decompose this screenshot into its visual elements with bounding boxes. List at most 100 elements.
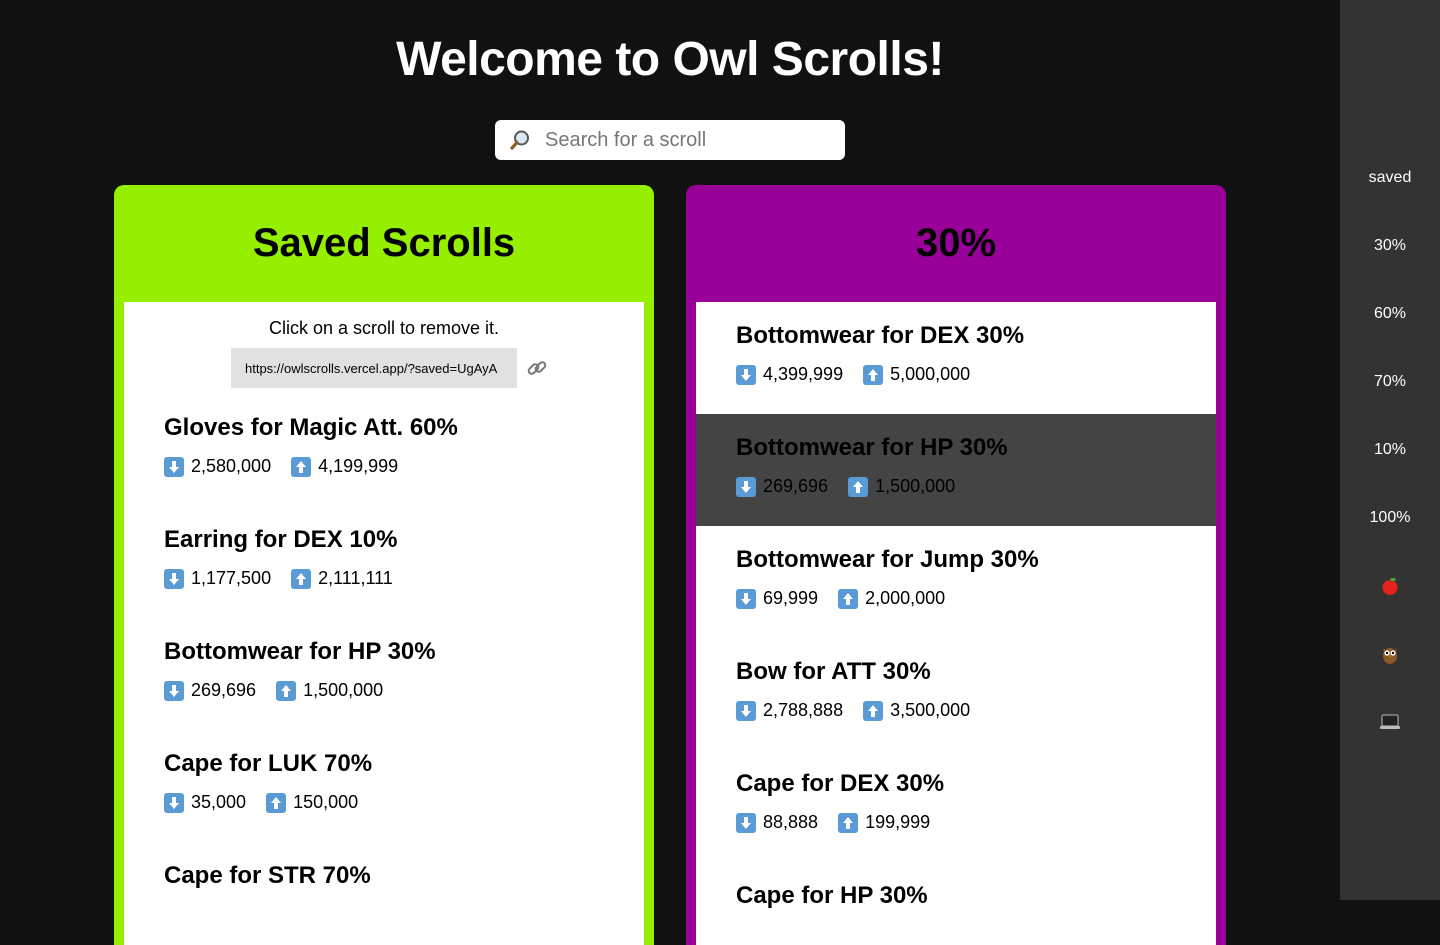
low-price-value: 2,580,000 [191,456,272,476]
scroll-name: Earring for DEX 10% [164,526,398,553]
saved-scroll-item[interactable]: Earring for DEX 10% 1,177,500 2,111,111 [124,506,644,618]
price-range: 69,999 2,000,000 [736,588,1176,609]
saved-scroll-list: Gloves for Magic Att. 60% 2,580,000 4,19… [124,394,644,945]
high-price: 150,000 [266,792,358,813]
high-price-value: 5,000,000 [890,364,971,384]
scroll-name: Cape for LUK 70% [164,750,373,777]
category-scroll-item[interactable]: Bottomwear for Jump 30% 69,999 2,000,000 [696,526,1216,638]
low-price-value: 4,399,999 [763,364,844,384]
price-range: 1,177,500 2,111,111 [164,568,604,589]
high-price: 2,000,000 [838,588,945,609]
owl-icon[interactable] [1340,642,1440,666]
up-arrow-icon [291,568,312,589]
low-price: 2,788,888 [736,700,843,721]
price-range: 4,399,999 5,000,000 [736,364,1176,385]
up-arrow-icon [838,588,859,609]
saved-scroll-item[interactable]: Gloves for Magic Att. 60% 2,580,000 4,19… [124,394,644,506]
category-panel-body: Bottomwear for DEX 30% 4,399,999 5,000,0… [696,302,1216,945]
price-range: 35,000 150,000 [164,792,604,813]
low-price: 35,000 [164,792,246,813]
low-price: 1,177,500 [164,568,271,589]
high-price-value: 3,500,000 [890,700,971,720]
category-scroll-list: Bottomwear for DEX 30% 4,399,999 5,000,0… [696,302,1216,945]
low-price: 88,888 [736,812,818,833]
low-price-value: 269,696 [191,680,257,700]
up-arrow-icon [838,812,859,833]
scroll-name: Bottomwear for HP 30% [164,638,436,665]
category-panel-30: 30% Bottomwear for DEX 30% 4,399,999 5,0… [686,185,1226,945]
scroll-name: Cape for DEX 30% [736,770,945,797]
high-price-value: 1,500,000 [875,476,956,496]
low-price-value: 88,888 [763,812,819,832]
scroll-name: Bottomwear for DEX 30% [736,322,1025,349]
high-price-value: 4,199,999 [318,456,399,476]
low-price-value: 269,696 [763,476,829,496]
nav-item-30[interactable]: 30% [1340,234,1440,258]
down-arrow-icon [736,700,756,721]
down-arrow-icon [736,588,756,609]
high-price: 1,500,000 [276,680,383,701]
main-area: Welcome to Owl Scrolls! Saved Scrolls Cl… [0,0,1340,945]
category-scroll-item[interactable]: Cape for DEX 30% 88,888 199,999 [696,750,1216,862]
up-arrow-icon [848,476,869,497]
up-arrow-icon [863,364,884,385]
nav-item-60[interactable]: 60% [1340,302,1440,326]
laptop-icon[interactable] [1340,710,1440,734]
scroll-name: Bow for ATT 30% [736,658,931,685]
price-range: 88,888 199,999 [736,812,1176,833]
up-arrow-icon [863,700,884,721]
down-arrow-icon [164,456,184,477]
saved-scrolls-panel: Saved Scrolls Click on a scroll to remov… [114,185,654,945]
category-panel-title: 30% [915,221,997,265]
saved-panel-body: Click on a scroll to remove it. https://… [124,302,644,945]
magnifier-icon [495,120,545,160]
scroll-name: Gloves for Magic Att. 60% [164,414,458,441]
share-url-text: https://owlscrolls.vercel.app/?saved=UgA… [245,360,498,376]
low-price-value: 2,788,888 [763,700,844,720]
saved-scroll-item[interactable]: Bottomwear for HP 30% 269,696 1,500,000 [124,618,644,730]
down-arrow-icon [164,792,184,813]
link-icon[interactable] [517,348,557,388]
share-url-field[interactable]: https://owlscrolls.vercel.app/?saved=UgA… [231,348,517,388]
nav-item-saved[interactable]: saved [1340,166,1440,190]
nav-item-70[interactable]: 70% [1340,370,1440,394]
nav-item-10[interactable]: 10% [1340,438,1440,462]
low-price: 269,696 [164,680,256,701]
remove-instructions: Click on a scroll to remove it. [268,318,500,338]
search-box[interactable] [495,120,845,160]
high-price-value: 150,000 [293,792,359,812]
up-arrow-icon [276,680,297,701]
search-input[interactable] [545,121,835,159]
low-price-value: 69,999 [763,588,819,608]
down-arrow-icon [736,812,756,833]
category-scroll-item-highlighted[interactable]: Bottomwear for HP 30% 269,696 1,500,000 [696,414,1216,526]
saved-scroll-item[interactable]: Cape for LUK 70% 35,000 150,000 [124,730,644,842]
saved-scroll-item[interactable]: Cape for STR 70% [124,842,644,945]
price-range: 2,580,000 4,199,999 [164,456,604,477]
apple-icon[interactable] [1340,574,1440,598]
high-price: 3,500,000 [863,700,970,721]
high-price: 2,111,111 [291,568,393,589]
price-range: 269,696 1,500,000 [164,680,604,701]
scroll-name: Cape for STR 70% [164,862,371,889]
saved-panel-title: Saved Scrolls [252,221,516,265]
sidebar-nav: saved 30% 60% 70% 10% 100% [1340,0,1440,900]
category-scroll-item[interactable]: Cape for HP 30% [696,862,1216,945]
low-price: 2,580,000 [164,456,271,477]
high-price: 199,999 [838,812,930,833]
scroll-name: Bottomwear for Jump 30% [736,546,1039,573]
category-scroll-item[interactable]: Bow for ATT 30% 2,788,888 3,500,000 [696,638,1216,750]
nav-item-100[interactable]: 100% [1340,506,1440,530]
high-price: 5,000,000 [863,364,970,385]
down-arrow-icon [736,476,756,497]
low-price-value: 35,000 [191,792,247,812]
up-arrow-icon [291,456,312,477]
low-price: 269,696 [736,476,828,497]
high-price-value: 199,999 [865,812,931,832]
low-price-value: 1,177,500 [191,568,272,588]
down-arrow-icon [164,680,184,701]
price-range: 269,696 1,500,000 [736,476,1176,497]
up-arrow-icon [266,792,287,813]
category-scroll-item[interactable]: Bottomwear for DEX 30% 4,399,999 5,000,0… [696,302,1216,414]
scroll-name: Bottomwear for HP 30% [736,434,1008,461]
